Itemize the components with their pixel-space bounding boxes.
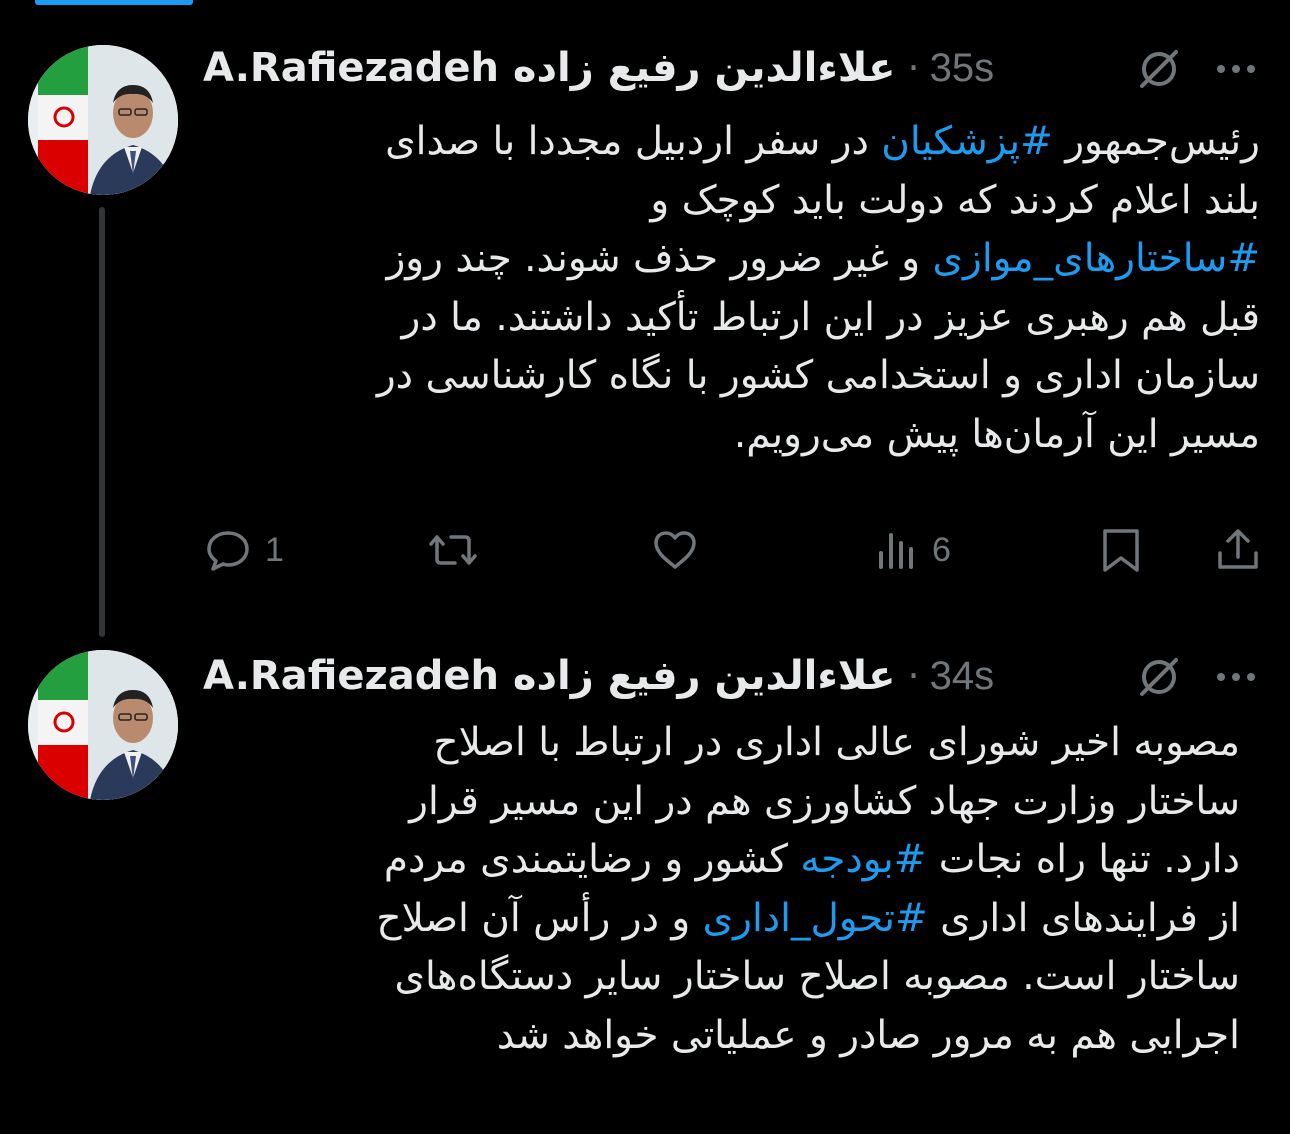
repost-icon	[425, 525, 481, 575]
text-segment: ساختار وزارت جهاد کشاورزی هم در این مسیر…	[409, 778, 1240, 824]
grok-icon[interactable]	[1136, 654, 1182, 700]
text-line: دارد. تنها راه نجات #بودجه کشور و رضایتم…	[200, 831, 1240, 890]
views-button[interactable]: 6	[876, 522, 951, 578]
avatar[interactable]	[28, 45, 178, 195]
text-line: مصوبه اخیر شورای عالی اداری در ارتباط با…	[200, 714, 1240, 773]
display-name[interactable]: A.Rafiezadeh علاءالدین رفیع زاده	[203, 653, 896, 699]
bookmark-button[interactable]	[1099, 522, 1143, 578]
separator: ·	[907, 46, 920, 90]
text-segment: بلند اعلام کردند که دولت باید کوچک و	[650, 177, 1260, 223]
hashtag-link[interactable]: #ساختارهای_موازی	[932, 236, 1260, 281]
tweet-header: A.Rafiezadeh علاءالدین رفیع زاده · 34s	[203, 648, 994, 704]
text-line: مسیر این آرمان‌ها پیش می‌رویم.	[202, 406, 1260, 465]
grok-icon[interactable]	[1136, 46, 1182, 92]
tweet-text: مصوبه اخیر شورای عالی اداری در ارتباط با…	[200, 714, 1240, 1065]
text-segment: ساختار است. مصوبه اصلاح ساختار سایر دستگ…	[394, 954, 1241, 999]
tweet-actions: 1 6	[0, 522, 1290, 578]
views-icon	[876, 525, 920, 575]
hashtag-link[interactable]: #بودجه	[800, 837, 926, 882]
share-icon	[1213, 525, 1263, 575]
views-count: 6	[932, 530, 951, 569]
text-segment: و در رأس آن اصلاح	[376, 895, 703, 941]
timestamp[interactable]: 34s	[930, 654, 995, 699]
reply-count: 1	[265, 530, 284, 569]
hashtag-link[interactable]: #تحول_اداری	[703, 896, 928, 941]
display-name[interactable]: A.Rafiezadeh علاءالدین رفیع زاده	[203, 45, 896, 91]
separator: ·	[907, 654, 920, 698]
text-segment: مصوبه اخیر شورای عالی اداری در ارتباط با…	[433, 720, 1240, 765]
text-line: #ساختارهای_موازی و غیر ضرور حذف شوند. چن…	[202, 230, 1260, 289]
text-line: اجرایی هم به مرور صادر و عملیاتی خواهد ش…	[200, 1007, 1240, 1066]
tweet-text: رئیس‌جمهور #پزشکیان در سفر اردبیل مجددا …	[202, 113, 1260, 464]
avatar-image	[28, 650, 178, 800]
text-line: رئیس‌جمهور #پزشکیان در سفر اردبیل مجددا …	[202, 113, 1260, 172]
bookmark-icon	[1099, 525, 1143, 575]
text-segment: و غیر ضرور حذف شوند. چند روز	[386, 236, 933, 281]
timestamp[interactable]: 35s	[930, 46, 995, 91]
more-icon[interactable]	[1212, 654, 1260, 700]
text-segment: در سفر اردبیل مجددا با صدای	[385, 119, 882, 164]
heart-icon	[650, 525, 700, 575]
text-segment: سازمان اداری و استخدامی کشور با نگاه کار…	[376, 353, 1260, 398]
like-button[interactable]	[650, 522, 700, 578]
text-line: ساختار وزارت جهاد کشاورزی هم در این مسیر…	[200, 773, 1240, 832]
avatar[interactable]	[28, 650, 178, 800]
text-segment: رئیس‌جمهور	[1052, 119, 1260, 164]
reply-icon	[203, 525, 253, 575]
text-line: بلند اعلام کردند که دولت باید کوچک و	[202, 172, 1260, 231]
hashtag-link[interactable]: #پزشکیان	[881, 119, 1053, 164]
text-segment: دارد. تنها راه نجات	[926, 837, 1240, 882]
text-segment: اجرایی هم به مرور صادر و عملیاتی خواهد ش…	[496, 1012, 1240, 1058]
tweet[interactable]: A.Rafiezadeh علاءالدین رفیع زاده · 34s م…	[0, 640, 1290, 1134]
text-line: ساختار است. مصوبه اصلاح ساختار سایر دستگ…	[200, 948, 1241, 1007]
text-line: قبل هم رهبری عزیز در این ارتباط تأکید دا…	[202, 289, 1260, 348]
tweet[interactable]: A.Rafiezadeh علاءالدین رفیع زاده · 35s ر…	[0, 0, 1290, 640]
text-segment: از فرایندهای اداری	[927, 895, 1240, 941]
share-button[interactable]	[1213, 522, 1263, 578]
more-icon[interactable]	[1212, 46, 1260, 92]
text-line: سازمان اداری و استخدامی کشور با نگاه کار…	[202, 347, 1260, 406]
text-segment: قبل هم رهبری عزیز در این ارتباط تأکید دا…	[401, 294, 1260, 340]
text-line: از فرایندهای اداری #تحول_اداری و در رأس …	[200, 890, 1240, 949]
tweet-header: A.Rafiezadeh علاءالدین رفیع زاده · 35s	[203, 40, 994, 96]
repost-button[interactable]	[425, 522, 481, 578]
text-segment: کشور و رضایتمندی مردم	[383, 837, 801, 882]
text-segment: مسیر این آرمان‌ها پیش می‌رویم.	[733, 411, 1260, 457]
reply-button[interactable]: 1	[203, 522, 284, 578]
avatar-image	[28, 45, 178, 195]
